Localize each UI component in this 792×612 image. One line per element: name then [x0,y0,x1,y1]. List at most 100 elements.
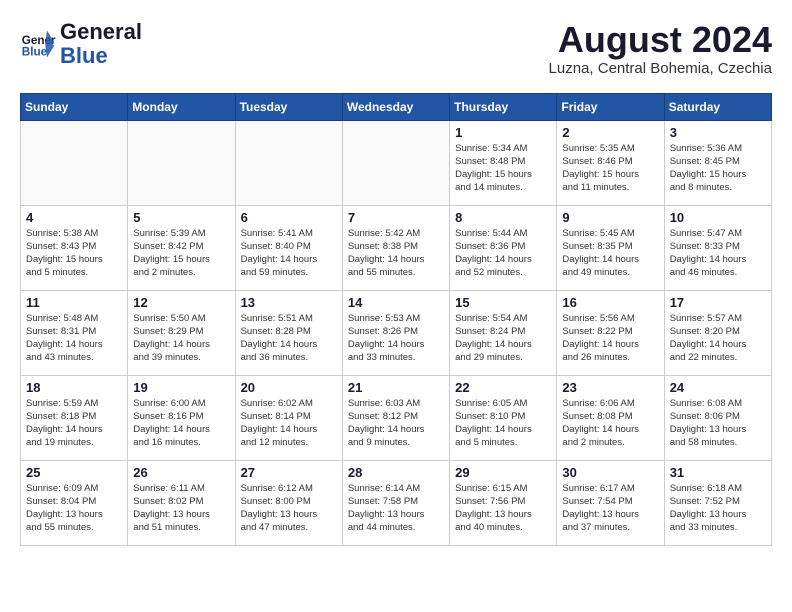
day-info: Sunrise: 6:18 AM Sunset: 7:52 PM Dayligh… [670,482,766,535]
day-info: Sunrise: 5:38 AM Sunset: 8:43 PM Dayligh… [26,227,122,280]
month-year-title: August 2024 [549,20,772,60]
day-info: Sunrise: 6:11 AM Sunset: 8:02 PM Dayligh… [133,482,229,535]
day-info: Sunrise: 5:41 AM Sunset: 8:40 PM Dayligh… [241,227,337,280]
day-info: Sunrise: 5:36 AM Sunset: 8:45 PM Dayligh… [670,142,766,195]
day-number: 10 [670,210,766,225]
day-number: 7 [348,210,444,225]
day-number: 26 [133,465,229,480]
day-number: 19 [133,380,229,395]
calendar-cell: 31 Sunrise: 6:18 AM Sunset: 7:52 PM Dayli… [664,460,771,545]
calendar-cell: 17 Sunrise: 5:57 AM Sunset: 8:20 PM Dayli… [664,290,771,375]
day-info: Sunrise: 6:05 AM Sunset: 8:10 PM Dayligh… [455,397,551,450]
calendar-cell: 11 Sunrise: 5:48 AM Sunset: 8:31 PM Dayli… [21,290,128,375]
day-number: 11 [26,295,122,310]
calendar-cell: 22 Sunrise: 6:05 AM Sunset: 8:10 PM Dayli… [450,375,557,460]
logo: General Blue General Blue [20,20,142,68]
calendar-table: SundayMondayTuesdayWednesdayThursdayFrid… [20,93,772,546]
calendar-cell: 19 Sunrise: 6:00 AM Sunset: 8:16 PM Dayli… [128,375,235,460]
day-info: Sunrise: 5:57 AM Sunset: 8:20 PM Dayligh… [670,312,766,365]
calendar-cell [342,120,449,205]
week-row-3: 11 Sunrise: 5:48 AM Sunset: 8:31 PM Dayli… [21,290,772,375]
calendar-cell [235,120,342,205]
calendar-cell: 5 Sunrise: 5:39 AM Sunset: 8:42 PM Daylig… [128,205,235,290]
day-info: Sunrise: 6:02 AM Sunset: 8:14 PM Dayligh… [241,397,337,450]
calendar-cell [21,120,128,205]
day-info: Sunrise: 5:54 AM Sunset: 8:24 PM Dayligh… [455,312,551,365]
weekday-header-wednesday: Wednesday [342,93,449,120]
calendar-cell: 29 Sunrise: 6:15 AM Sunset: 7:56 PM Dayli… [450,460,557,545]
calendar-cell: 15Sunrise: 5:54 AM Sunset: 8:24 PM Dayli… [450,290,557,375]
day-number: 3 [670,125,766,140]
day-number: 23 [562,380,658,395]
day-info: Sunrise: 6:15 AM Sunset: 7:56 PM Dayligh… [455,482,551,535]
day-number: 1 [455,125,551,140]
calendar-cell: 7 Sunrise: 5:42 AM Sunset: 8:38 PM Daylig… [342,205,449,290]
weekday-header-monday: Monday [128,93,235,120]
day-info: Sunrise: 5:50 AM Sunset: 8:29 PM Dayligh… [133,312,229,365]
day-info: Sunrise: 5:59 AM Sunset: 8:18 PM Dayligh… [26,397,122,450]
day-info: Sunrise: 5:53 AM Sunset: 8:26 PM Dayligh… [348,312,444,365]
page-header: General Blue General Blue August 2024 Lu… [20,20,772,77]
weekday-header-row: SundayMondayTuesdayWednesdayThursdayFrid… [21,93,772,120]
day-info: Sunrise: 6:14 AM Sunset: 7:58 PM Dayligh… [348,482,444,535]
day-info: Sunrise: 5:42 AM Sunset: 8:38 PM Dayligh… [348,227,444,280]
day-info: Sunrise: 5:39 AM Sunset: 8:42 PM Dayligh… [133,227,229,280]
calendar-cell: 27 Sunrise: 6:12 AM Sunset: 8:00 PM Dayli… [235,460,342,545]
day-info: Sunrise: 6:12 AM Sunset: 8:00 PM Dayligh… [241,482,337,535]
day-number: 18 [26,380,122,395]
week-row-2: 4 Sunrise: 5:38 AM Sunset: 8:43 PM Daylig… [21,205,772,290]
calendar-cell: 6Sunrise: 5:41 AM Sunset: 8:40 PM Daylig… [235,205,342,290]
calendar-cell: 14Sunrise: 5:53 AM Sunset: 8:26 PM Dayli… [342,290,449,375]
day-info: Sunrise: 5:47 AM Sunset: 8:33 PM Dayligh… [670,227,766,280]
day-number: 29 [455,465,551,480]
logo-general-text: General [60,20,142,44]
day-info: Sunrise: 5:48 AM Sunset: 8:31 PM Dayligh… [26,312,122,365]
calendar-cell: 26 Sunrise: 6:11 AM Sunset: 8:02 PM Dayli… [128,460,235,545]
day-number: 4 [26,210,122,225]
day-number: 5 [133,210,229,225]
calendar-cell: 25Sunrise: 6:09 AM Sunset: 8:04 PM Dayli… [21,460,128,545]
day-number: 27 [241,465,337,480]
calendar-cell: 1 Sunrise: 5:34 AM Sunset: 8:48 PM Daylig… [450,120,557,205]
day-info: Sunrise: 5:34 AM Sunset: 8:48 PM Dayligh… [455,142,551,195]
day-number: 9 [562,210,658,225]
day-number: 17 [670,295,766,310]
calendar-cell: 13Sunrise: 5:51 AM Sunset: 8:28 PM Dayli… [235,290,342,375]
day-info: Sunrise: 6:06 AM Sunset: 8:08 PM Dayligh… [562,397,658,450]
day-info: Sunrise: 6:09 AM Sunset: 8:04 PM Dayligh… [26,482,122,535]
calendar-cell: 28Sunrise: 6:14 AM Sunset: 7:58 PM Dayli… [342,460,449,545]
day-info: Sunrise: 6:17 AM Sunset: 7:54 PM Dayligh… [562,482,658,535]
calendar-cell: 3 Sunrise: 5:36 AM Sunset: 8:45 PM Daylig… [664,120,771,205]
calendar-cell: 12Sunrise: 5:50 AM Sunset: 8:29 PM Dayli… [128,290,235,375]
calendar-cell: 8Sunrise: 5:44 AM Sunset: 8:36 PM Daylig… [450,205,557,290]
day-number: 21 [348,380,444,395]
logo-icon: General Blue [20,26,56,62]
day-number: 20 [241,380,337,395]
day-number: 31 [670,465,766,480]
week-row-1: 1 Sunrise: 5:34 AM Sunset: 8:48 PM Daylig… [21,120,772,205]
logo-blue-text: Blue [60,44,142,68]
calendar-cell: 9 Sunrise: 5:45 AM Sunset: 8:35 PM Daylig… [557,205,664,290]
calendar-cell: 18 Sunrise: 5:59 AM Sunset: 8:18 PM Dayli… [21,375,128,460]
day-number: 2 [562,125,658,140]
calendar-cell: 4 Sunrise: 5:38 AM Sunset: 8:43 PM Daylig… [21,205,128,290]
calendar-cell: 20 Sunrise: 6:02 AM Sunset: 8:14 PM Dayli… [235,375,342,460]
weekday-header-sunday: Sunday [21,93,128,120]
day-info: Sunrise: 6:03 AM Sunset: 8:12 PM Dayligh… [348,397,444,450]
day-info: Sunrise: 5:45 AM Sunset: 8:35 PM Dayligh… [562,227,658,280]
day-number: 8 [455,210,551,225]
day-number: 16 [562,295,658,310]
weekday-header-saturday: Saturday [664,93,771,120]
day-info: Sunrise: 6:08 AM Sunset: 8:06 PM Dayligh… [670,397,766,450]
calendar-cell: 30 Sunrise: 6:17 AM Sunset: 7:54 PM Dayli… [557,460,664,545]
location-subtitle: Luzna, Central Bohemia, Czechia [549,60,772,77]
day-number: 22 [455,380,551,395]
day-number: 24 [670,380,766,395]
day-info: Sunrise: 5:35 AM Sunset: 8:46 PM Dayligh… [562,142,658,195]
svg-text:Blue: Blue [22,46,48,59]
day-info: Sunrise: 6:00 AM Sunset: 8:16 PM Dayligh… [133,397,229,450]
day-number: 30 [562,465,658,480]
calendar-cell: 10 Sunrise: 5:47 AM Sunset: 8:33 PM Dayli… [664,205,771,290]
week-row-4: 18 Sunrise: 5:59 AM Sunset: 8:18 PM Dayli… [21,375,772,460]
calendar-cell: 24 Sunrise: 6:08 AM Sunset: 8:06 PM Dayli… [664,375,771,460]
